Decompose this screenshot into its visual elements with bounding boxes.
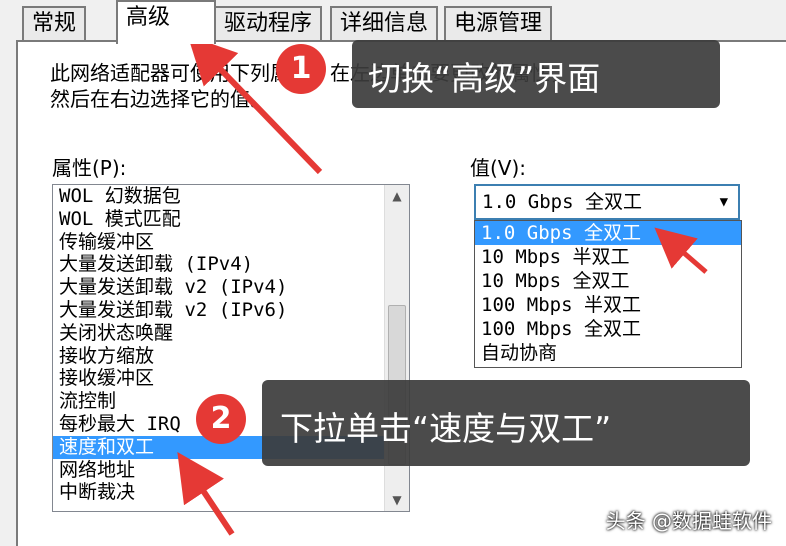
annotation-arrows (177, 35, 708, 536)
step1-arrow (187, 35, 323, 175)
tab-advanced[interactable]: 高级 (116, 0, 216, 44)
watermark: 头条 @数据蛙软件 (605, 509, 772, 533)
step2-arrow (177, 452, 235, 536)
value-arrow (654, 227, 708, 274)
